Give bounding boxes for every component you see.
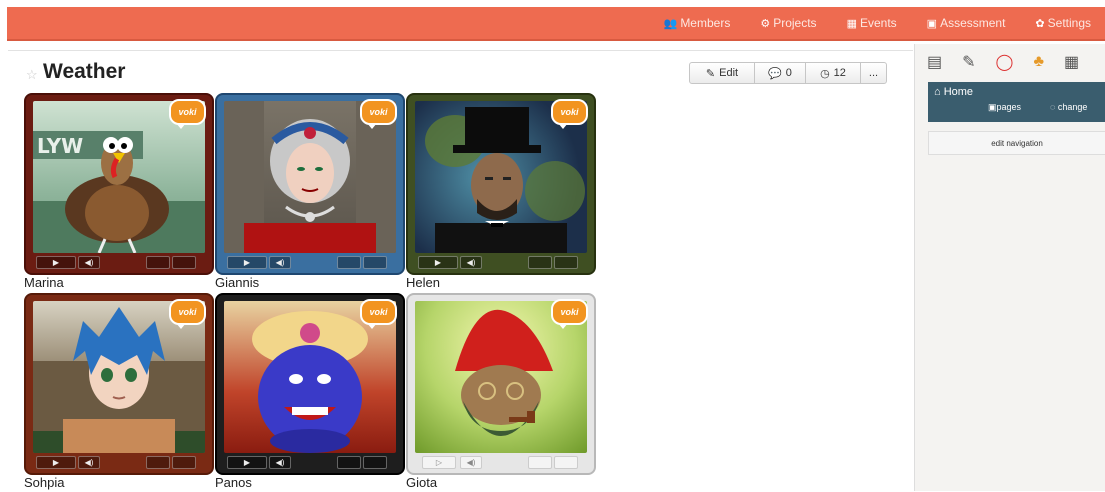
- members-icon: 👥: [663, 17, 678, 30]
- player-controls: ▷ ◀): [408, 453, 594, 473]
- nav-settings-label: Settings: [1047, 16, 1091, 30]
- more-label: ...: [868, 67, 879, 79]
- avatar-card-giota[interactable]: voki ▷ ◀) Giota: [406, 293, 596, 491]
- avatar-card-helen[interactable]: voki ▶ ◀) Helen: [406, 93, 596, 291]
- play-button[interactable]: ▶: [227, 256, 267, 269]
- home-link[interactable]: ⌂ Home: [934, 86, 973, 98]
- avatar-card-giannis[interactable]: voki ▶ ◀) Giannis: [215, 93, 405, 291]
- voki-logo: voki: [551, 299, 588, 329]
- avatar-card-sohpia[interactable]: voki ▶ ◀) Sohpia: [24, 293, 214, 491]
- nav-projects-label: Projects: [773, 16, 817, 30]
- avatar-name: Giannis: [215, 275, 260, 290]
- player-controls: ▶ ◀): [217, 253, 403, 273]
- nav-events[interactable]: ▦ Events: [847, 16, 897, 30]
- page-title: Weather: [43, 60, 126, 83]
- voki-logo: voki: [360, 299, 397, 329]
- top-bar: 👥 Members ⚙ Projects ▦ Events ▣ Assessme…: [7, 7, 1105, 41]
- favorite-star-icon[interactable]: ☆: [26, 67, 38, 83]
- nav-settings[interactable]: ✿ Settings: [1035, 16, 1091, 30]
- pencil-icon: ✎: [705, 67, 716, 80]
- player-option-button[interactable]: [554, 456, 578, 469]
- sidebar-toolbar: ▤ ✎ ◯ ♣ ▦: [927, 50, 1105, 74]
- calendar-icon[interactable]: ▦: [1064, 52, 1079, 72]
- player-controls: ▶ ◀): [408, 253, 594, 273]
- nav-members-label: Members: [680, 16, 731, 30]
- voki-player[interactable]: voki ▶ ◀): [215, 293, 405, 475]
- main-nav: 👥 Members ⚙ Projects ▦ Events ▣ Assessme…: [664, 7, 1091, 39]
- avatar-name: Giota: [406, 475, 438, 490]
- play-button[interactable]: ▶: [227, 456, 267, 469]
- edit-label: Edit: [719, 67, 739, 79]
- home-panel[interactable]: ⌂ Home ▣pages ◌ change: [928, 82, 1105, 122]
- voki-player[interactable]: voki ▶ ◀): [406, 93, 596, 275]
- svg-text:LYW: LYW: [37, 134, 83, 158]
- avatar-name: Marina: [24, 275, 64, 290]
- history-button[interactable]: ◷ 12: [805, 62, 861, 84]
- play-button[interactable]: ▶: [36, 456, 76, 469]
- more-button[interactable]: ...: [860, 62, 887, 84]
- voki-logo: voki: [169, 99, 206, 129]
- player-controls: ▶ ◀): [26, 253, 212, 273]
- voki-logo: voki: [551, 99, 588, 129]
- page-icon[interactable]: ▤: [927, 52, 942, 72]
- player-option-button[interactable]: [172, 456, 196, 469]
- volume-button[interactable]: ◀): [78, 456, 100, 469]
- player-option-button[interactable]: [146, 256, 170, 269]
- voki-player[interactable]: voki ▶ ◀): [24, 293, 214, 475]
- avatar-name: Sohpia: [24, 475, 65, 490]
- clock-icon: ◷: [820, 67, 830, 80]
- player-option-button[interactable]: [363, 456, 387, 469]
- main-content: ☆ Weather ✎ Edit 💬 0 ◷ 12 ... LYW voki ▶…: [8, 50, 913, 492]
- nav-assessment-label: Assessment: [940, 16, 1006, 30]
- player-option-button[interactable]: [363, 256, 387, 269]
- volume-button[interactable]: ◀): [269, 256, 291, 269]
- comment-icon[interactable]: ◯: [996, 52, 1014, 72]
- voki-logo: voki: [169, 299, 206, 329]
- volume-button[interactable]: ◀): [78, 256, 100, 269]
- avatar-name: Panos: [215, 475, 252, 490]
- play-button[interactable]: ▶: [36, 256, 76, 269]
- right-sidebar: ▤ ✎ ◯ ♣ ▦ ⌂ Home ▣pages ◌ change edit na…: [914, 44, 1105, 491]
- volume-button[interactable]: ◀): [460, 456, 482, 469]
- nav-events-label: Events: [859, 16, 897, 30]
- nav-projects[interactable]: ⚙ Projects: [760, 16, 816, 30]
- gear-icon: ✿: [1035, 17, 1045, 30]
- avatar-card-panos[interactable]: voki ▶ ◀) Panos: [215, 293, 405, 491]
- player-option-button[interactable]: [337, 456, 361, 469]
- player-option-button[interactable]: [172, 256, 196, 269]
- edit-button[interactable]: ✎ Edit: [689, 62, 755, 84]
- player-option-button[interactable]: [554, 256, 578, 269]
- volume-button[interactable]: ◀): [460, 256, 482, 269]
- pages-link[interactable]: ▣pages: [988, 102, 1021, 113]
- volume-button[interactable]: ◀): [269, 456, 291, 469]
- page-actions: ✎ Edit 💬 0 ◷ 12 ...: [689, 62, 887, 84]
- comment-icon: 💬: [768, 67, 782, 80]
- history-count: 12: [833, 67, 846, 79]
- hierarchy-icon[interactable]: ♣: [1033, 53, 1044, 71]
- calendar-icon: ▦: [846, 17, 857, 30]
- assessment-icon: ▣: [926, 17, 938, 30]
- nav-members[interactable]: 👥 Members: [664, 16, 731, 30]
- comments-count: 0: [785, 67, 792, 79]
- avatar-card-marina[interactable]: LYW voki ▶ ◀) Marina: [24, 93, 214, 291]
- play-button[interactable]: ▶: [418, 256, 458, 269]
- edit-navigation-button[interactable]: edit navigation: [928, 131, 1105, 155]
- voki-player[interactable]: voki ▶ ◀): [215, 93, 405, 275]
- voki-player[interactable]: LYW voki ▶ ◀): [24, 93, 214, 275]
- avatar-name: Helen: [406, 275, 440, 290]
- player-option-button[interactable]: [528, 456, 552, 469]
- voki-player[interactable]: voki ▷ ◀): [406, 293, 596, 475]
- player-option-button[interactable]: [146, 456, 170, 469]
- player-option-button[interactable]: [337, 256, 361, 269]
- player-controls: ▶ ◀): [217, 453, 403, 473]
- projects-icon: ⚙: [760, 17, 771, 30]
- player-option-button[interactable]: [528, 256, 552, 269]
- paperclip-icon[interactable]: ✎: [962, 52, 975, 72]
- play-button[interactable]: ▷: [422, 456, 456, 469]
- comments-button[interactable]: 💬 0: [754, 62, 806, 84]
- changes-link[interactable]: ◌ change: [1050, 102, 1087, 112]
- voki-logo: voki: [360, 99, 397, 129]
- player-controls: ▶ ◀): [26, 453, 212, 473]
- nav-assessment[interactable]: ▣ Assessment: [927, 16, 1006, 30]
